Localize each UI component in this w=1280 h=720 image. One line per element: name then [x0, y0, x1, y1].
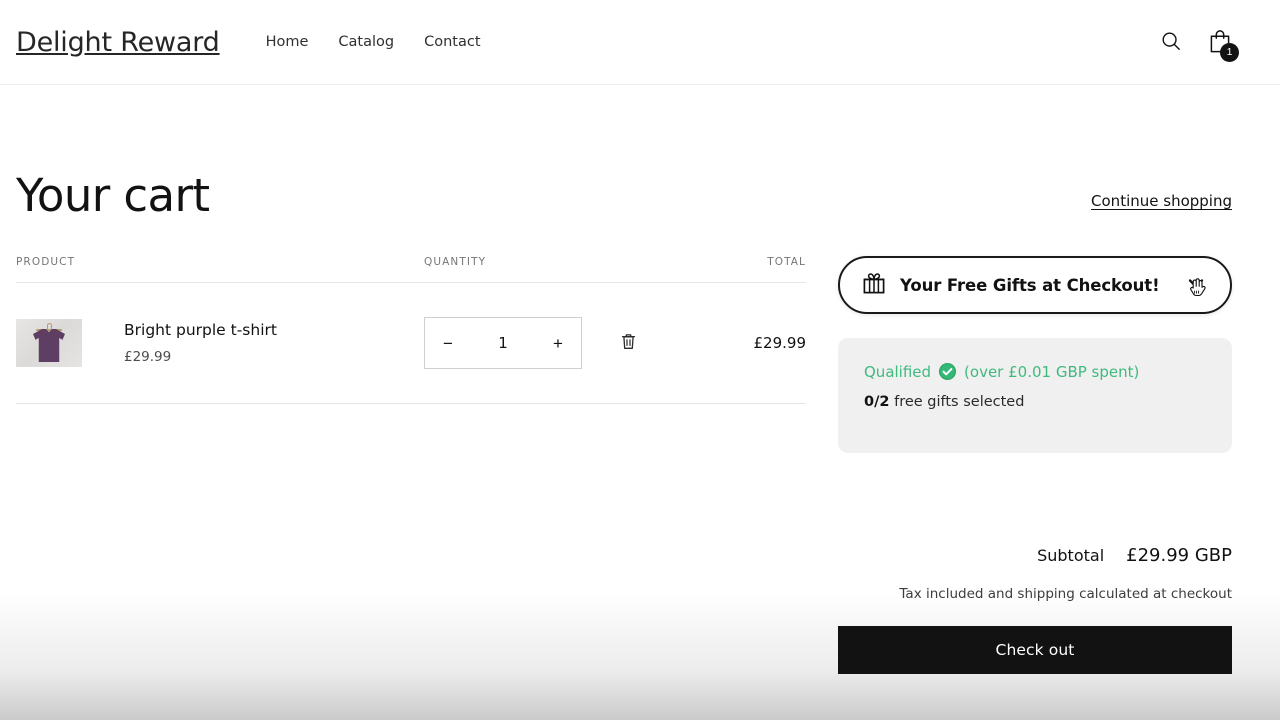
- check-circle-icon: [938, 362, 957, 381]
- main-navigation: Home Catalog Contact: [264, 28, 483, 56]
- brand-logo[interactable]: Delight Reward: [16, 27, 220, 58]
- table-row: Bright purple t-shirt £29.99 − 1 + £29.9…: [16, 282, 806, 404]
- quantity-input[interactable]: [471, 334, 535, 352]
- cart-totals: Subtotal £29.99 GBP Tax included and shi…: [838, 545, 1232, 674]
- search-icon: [1160, 30, 1182, 55]
- trash-icon: [620, 332, 637, 354]
- cart-title-row: Your cart Continue shopping: [16, 85, 1232, 218]
- product-cell: Bright purple t-shirt £29.99: [16, 319, 386, 367]
- subtotal-label: Subtotal: [1037, 546, 1105, 565]
- free-gifts-banner[interactable]: Your Free Gifts at Checkout!: [838, 256, 1232, 314]
- gifts-selected-line: 0/2 free gifts selected: [864, 394, 1206, 410]
- page-title: Your cart: [16, 169, 210, 222]
- gifts-selected-suffix: free gifts selected: [894, 394, 1025, 410]
- subtotal-value: £29.99 GBP: [1126, 545, 1232, 566]
- quantity-increase-button[interactable]: +: [535, 318, 581, 368]
- remove-item-button[interactable]: [616, 328, 641, 358]
- quantity-stepper[interactable]: − +: [424, 317, 582, 369]
- site-header: Delight Reward Home Catalog Contact 1: [0, 0, 1280, 85]
- column-header-total: TOTAL: [686, 256, 806, 283]
- cart-page: Your cart Continue shopping PRODUCT QUAN…: [0, 85, 1280, 674]
- gift-icon: [862, 271, 886, 299]
- gifts-selected-count: 0/2: [864, 394, 890, 410]
- qualified-status-text: Qualified: [864, 362, 932, 381]
- search-button[interactable]: [1160, 30, 1182, 55]
- free-gifts-banner-toggle[interactable]: [1184, 272, 1210, 298]
- qualified-status-line: Qualified (over £0.01 GBP spent): [864, 362, 1206, 381]
- cart-table-head: PRODUCT QUANTITY TOTAL: [16, 256, 806, 283]
- checkout-button[interactable]: Check out: [838, 626, 1232, 674]
- nav-item-home[interactable]: Home: [264, 28, 311, 56]
- cart-button[interactable]: 1: [1208, 28, 1239, 62]
- product-unit-price: £29.99: [124, 348, 172, 365]
- product-info: Bright purple t-shirt £29.99: [124, 321, 277, 365]
- product-thumbnail[interactable]: [16, 319, 82, 367]
- cart-table-header-row: PRODUCT QUANTITY TOTAL: [16, 256, 806, 283]
- quantity-group: − +: [424, 317, 686, 369]
- hand-pointer-cursor-icon: [1188, 277, 1207, 302]
- cart-count-badge: 1: [1220, 42, 1239, 62]
- gift-qualification-panel: Qualified (over £0.01 GBP spent) 0/2 fre…: [838, 338, 1232, 453]
- cell-line-total: £29.99: [686, 282, 806, 404]
- page-root: Delight Reward Home Catalog Contact 1 Yo…: [0, 0, 1280, 674]
- cart-layout: PRODUCT QUANTITY TOTAL Bright purple t-s…: [16, 256, 1232, 674]
- quantity-decrease-button[interactable]: −: [425, 318, 471, 368]
- free-gifts-banner-label: Your Free Gifts at Checkout!: [900, 275, 1160, 295]
- cell-product: Bright purple t-shirt £29.99: [16, 282, 386, 404]
- header-actions: 1: [1160, 28, 1239, 62]
- cell-quantity: − +: [386, 282, 686, 404]
- cart-items-section: PRODUCT QUANTITY TOTAL Bright purple t-s…: [16, 256, 806, 674]
- tax-shipping-note: Tax included and shipping calculated at …: [899, 586, 1232, 602]
- qualified-condition-text: (over £0.01 GBP spent): [964, 362, 1140, 381]
- column-header-quantity: QUANTITY: [386, 256, 686, 283]
- t-shirt-shape: [33, 329, 65, 362]
- nav-item-contact[interactable]: Contact: [422, 28, 482, 56]
- continue-shopping-link[interactable]: Continue shopping: [1091, 192, 1232, 210]
- nav-item-catalog[interactable]: Catalog: [336, 28, 396, 56]
- column-header-product: PRODUCT: [16, 256, 386, 283]
- cart-items-table: PRODUCT QUANTITY TOTAL Bright purple t-s…: [16, 256, 806, 404]
- cart-summary-section: Your Free Gifts at Checkout! Qualified (…: [838, 256, 1232, 674]
- product-title-link[interactable]: Bright purple t-shirt: [124, 321, 277, 340]
- cart-table-body: Bright purple t-shirt £29.99 − 1 + £29.9…: [16, 282, 806, 404]
- subtotal-row: Subtotal £29.99 GBP: [838, 545, 1232, 566]
